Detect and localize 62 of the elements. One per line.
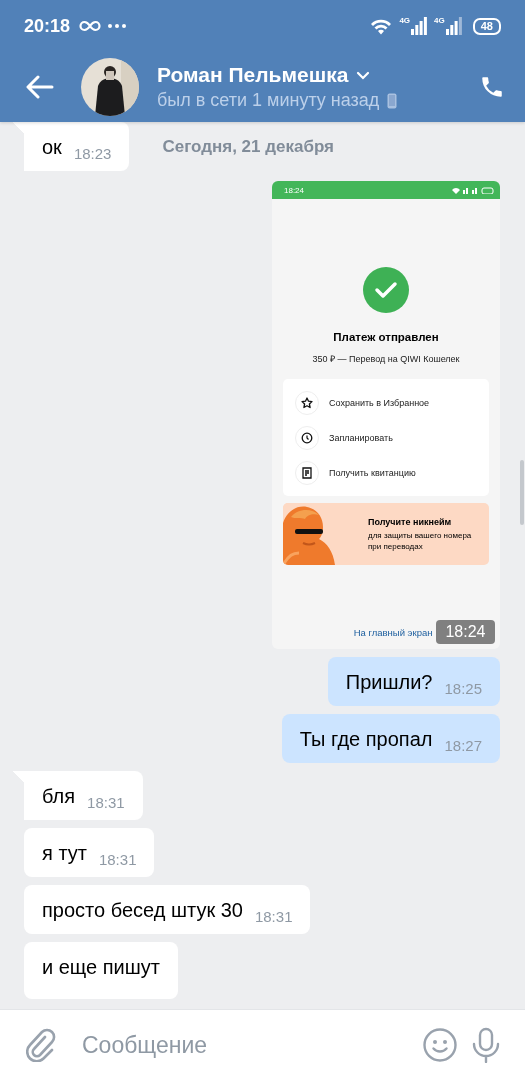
message-bubble[interactable]: я тут 18:31 <box>24 828 155 877</box>
paperclip-icon[interactable] <box>26 1028 56 1062</box>
action-item[interactable]: Запланировать <box>283 420 489 455</box>
date-label: Сегодня, 21 декабря <box>162 136 334 157</box>
message-text: я тут <box>42 842 87 865</box>
phone-icon[interactable] <box>479 74 505 100</box>
message-bubble[interactable]: Пришли? 18:25 <box>327 657 500 706</box>
message-text: и еще пишут <box>42 956 160 979</box>
action-item[interactable]: Получить квитанцию <box>283 455 489 490</box>
more-icon <box>108 24 127 28</box>
message-bubble[interactable]: бля 18:31 <box>12 771 143 820</box>
action-label: Запланировать <box>329 432 393 443</box>
message-text: просто бесед штук 30 <box>42 899 243 922</box>
message-bubble[interactable]: Ты где пропал 18:27 <box>281 714 500 763</box>
message-time: 18:23 <box>73 145 112 162</box>
action-label: Получить квитанцию <box>329 467 416 478</box>
smiley-icon[interactable] <box>423 1028 457 1062</box>
message-time: 18:27 <box>444 737 482 754</box>
message-text: ок <box>42 136 62 159</box>
status-time: 20:18 <box>24 15 71 37</box>
network-label: 4G <box>399 16 411 25</box>
wifi-icon <box>370 17 393 35</box>
payment-title: Платеж отправлен <box>333 331 439 343</box>
chevron-down-icon[interactable] <box>356 70 371 80</box>
signal-icon <box>445 17 462 35</box>
signal-icon <box>411 17 428 35</box>
contact-name[interactable]: Роман Пельмешка <box>157 63 349 87</box>
action-label: Сохранить в Избранное <box>329 397 430 408</box>
status-icons-drawing <box>452 186 494 194</box>
message-text: Ты где пропал <box>299 728 433 751</box>
check-circle-icon <box>363 267 409 313</box>
phone-device-icon <box>387 92 398 109</box>
action-item[interactable]: Сохранить в Избранное <box>283 385 489 420</box>
microphone-icon[interactable] <box>471 1027 501 1063</box>
promo-banner[interactable]: Получите никнейм для защиты вашего номера при переводах <box>283 503 489 565</box>
promo-title: Получите никнейм <box>368 516 453 527</box>
message-time: 18:24 <box>436 620 495 644</box>
message-composer[interactable]: Сообщение <box>0 1009 525 1080</box>
message-time: 18:25 <box>444 680 482 697</box>
message-time: 18:31 <box>98 851 137 868</box>
message-text: Пришли? <box>345 671 433 694</box>
message-time: 18:31 <box>254 908 293 925</box>
message-bubble[interactable]: и еще пишут <box>24 942 178 999</box>
infinity-icon <box>79 20 102 32</box>
status-time: 18:24 <box>284 185 305 195</box>
promo-text: для защиты вашего номера при переводах <box>368 529 473 552</box>
message-time: 18:31 <box>87 794 125 811</box>
message-input[interactable]: Сообщение <box>80 1030 409 1060</box>
network-label: 4G <box>434 16 445 25</box>
payment-subtitle: 350 ₽ — Перевод на QIWI Кошелек <box>312 353 460 365</box>
back-arrow-icon[interactable] <box>26 75 54 99</box>
clock-icon <box>301 431 313 444</box>
scrollbar[interactable] <box>520 460 524 525</box>
message-bubble[interactable]: ок 18:23 <box>12 122 130 171</box>
message-text: бля <box>42 785 76 808</box>
screenshot-message[interactable]: 18:24 Платеж отправлен 350 ₽ — Перевод на QIWI Кошелек Сохранить в Избранное Запланировать Получить квитанцию Получите никнейм для защиты вашего номера при переводах На главный экран 18:24 <box>272 181 500 649</box>
last-seen-status: был в сети 1 минуту назад <box>157 90 380 111</box>
home-screen-link[interactable]: На главный экран <box>353 626 433 638</box>
receipt-icon <box>302 466 312 479</box>
battery-indicator: 48 <box>472 17 501 35</box>
message-bubble[interactable]: просто бесед штук 30 18:31 <box>24 885 311 934</box>
star-icon <box>301 396 313 409</box>
